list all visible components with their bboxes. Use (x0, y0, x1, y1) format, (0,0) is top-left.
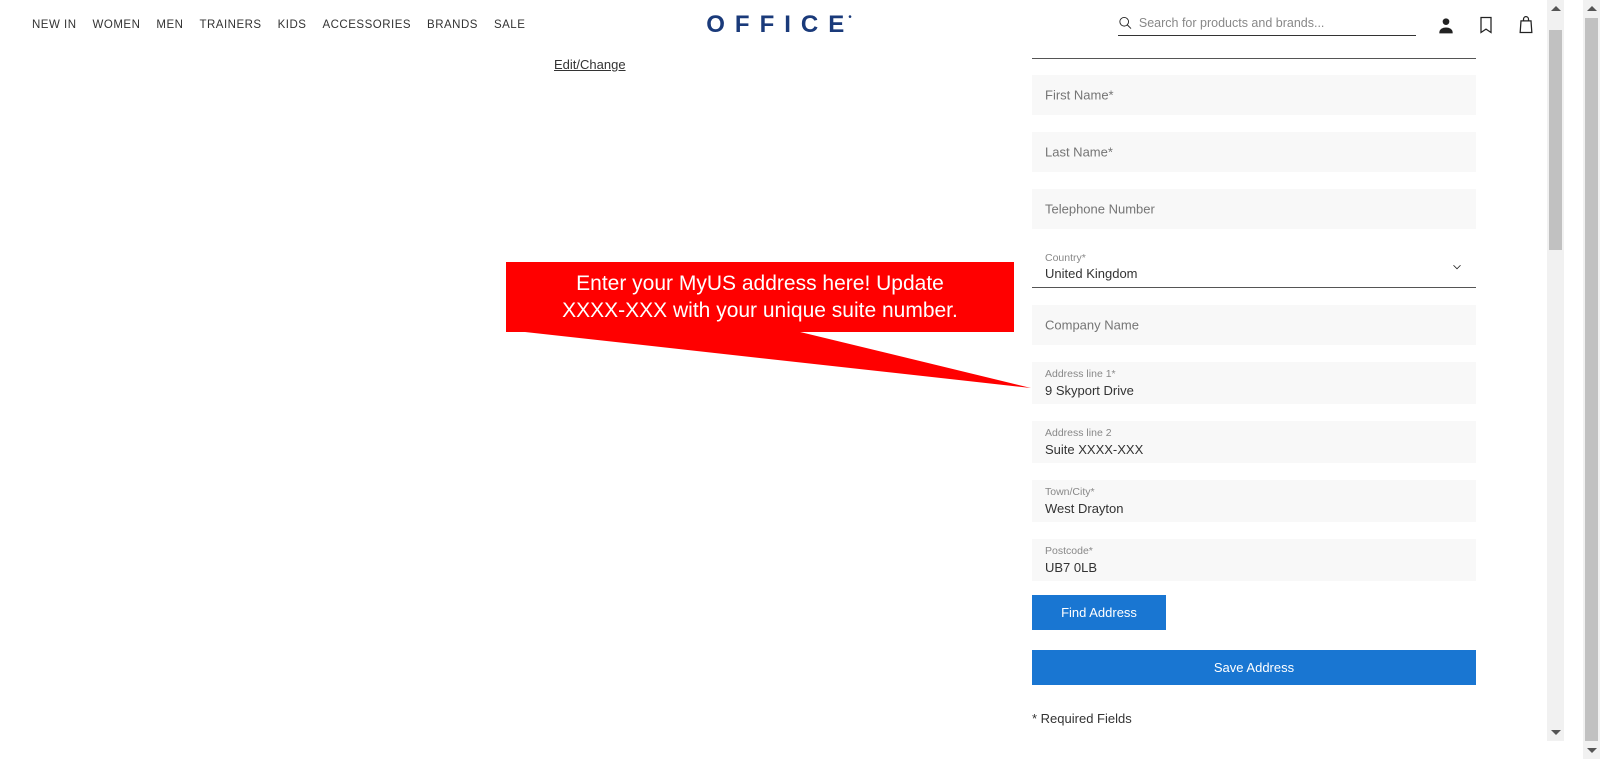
last-name-input[interactable] (1045, 145, 1459, 160)
up-arrow-icon (1587, 6, 1597, 11)
country-label: Country* (1045, 252, 1086, 264)
account-icon[interactable] (1436, 15, 1456, 35)
first-name-field[interactable] (1032, 75, 1476, 115)
country-select[interactable]: Country* United Kingdom (1032, 246, 1476, 288)
telephone-input[interactable] (1045, 202, 1459, 217)
search-box[interactable] (1118, 15, 1416, 36)
save-address-button[interactable]: Save Address (1032, 650, 1476, 685)
first-name-input[interactable] (1045, 88, 1459, 103)
callout-box: Enter your MyUS address here! Update XXX… (506, 262, 1014, 332)
town-city-label: Town/City* (1045, 486, 1095, 498)
nav-men[interactable]: MEN (156, 19, 183, 31)
callout-line-1: Enter your MyUS address here! Update (576, 272, 944, 295)
address-line-1-field[interactable]: Address line 1* (1032, 362, 1476, 404)
inner-scrollbar[interactable] (1547, 0, 1564, 741)
address-line-2-input[interactable] (1045, 442, 1459, 457)
nav-accessories[interactable]: ACCESSORIES (322, 19, 411, 31)
bag-icon[interactable] (1516, 15, 1536, 35)
nav-brands[interactable]: BRANDS (427, 19, 478, 31)
find-address-button[interactable]: Find Address (1032, 595, 1166, 630)
postcode-input[interactable] (1045, 560, 1459, 575)
nav-trainers[interactable]: TRAINERS (199, 19, 261, 31)
logo-mark: • (848, 12, 852, 23)
address-line-2-label: Address line 2 (1045, 427, 1112, 439)
telephone-field[interactable] (1032, 189, 1476, 229)
primary-nav: NEW IN WOMEN MEN TRAINERS KIDS ACCESSORI… (0, 19, 525, 31)
required-fields-note: * Required Fields (1032, 711, 1476, 726)
address-line-2-field[interactable]: Address line 2 (1032, 421, 1476, 463)
outer-scroll-up-button[interactable] (1583, 0, 1600, 17)
search-icon (1118, 15, 1133, 31)
outer-scrollbar[interactable] (1583, 0, 1600, 759)
callout-arrow-icon (506, 331, 1036, 391)
search-input[interactable] (1139, 16, 1416, 30)
nav-sale[interactable]: SALE (494, 19, 525, 31)
scroll-up-button[interactable] (1547, 0, 1564, 17)
postcode-field[interactable]: Postcode* (1032, 539, 1476, 581)
company-input[interactable] (1045, 318, 1459, 333)
town-city-field[interactable]: Town/City* (1032, 480, 1476, 522)
callout-line-2: XXXX-XXX with your unique suite number. (562, 299, 958, 322)
scroll-thumb[interactable] (1549, 30, 1562, 250)
chevron-down-icon (1450, 260, 1464, 274)
postcode-label: Postcode* (1045, 545, 1093, 557)
down-arrow-icon (1551, 730, 1561, 735)
last-name-field[interactable] (1032, 132, 1476, 172)
address-line-1-label: Address line 1* (1045, 368, 1116, 380)
edit-change-link[interactable]: Edit/Change (554, 57, 626, 72)
address-form: Country* United Kingdom Address line 1* … (1032, 58, 1476, 726)
site-logo[interactable]: OFFICE• (706, 11, 858, 39)
nav-new-in[interactable]: NEW IN (32, 19, 77, 31)
instruction-callout: Enter your MyUS address here! Update XXX… (506, 262, 1014, 332)
scroll-down-button[interactable] (1547, 724, 1564, 741)
outer-scroll-down-button[interactable] (1583, 742, 1600, 759)
nav-women[interactable]: WOMEN (93, 19, 141, 31)
address-line-1-input[interactable] (1045, 383, 1459, 398)
country-value: United Kingdom (1045, 266, 1138, 281)
outer-scroll-thumb[interactable] (1585, 18, 1598, 741)
company-field[interactable] (1032, 305, 1476, 345)
town-city-input[interactable] (1045, 501, 1459, 516)
bookmark-icon[interactable] (1476, 15, 1496, 35)
up-arrow-icon (1551, 6, 1561, 11)
site-header: NEW IN WOMEN MEN TRAINERS KIDS ACCESSORI… (0, 0, 1564, 50)
down-arrow-icon (1587, 748, 1597, 753)
logo-text: OFFICE (706, 11, 854, 38)
nav-kids[interactable]: KIDS (278, 19, 307, 31)
